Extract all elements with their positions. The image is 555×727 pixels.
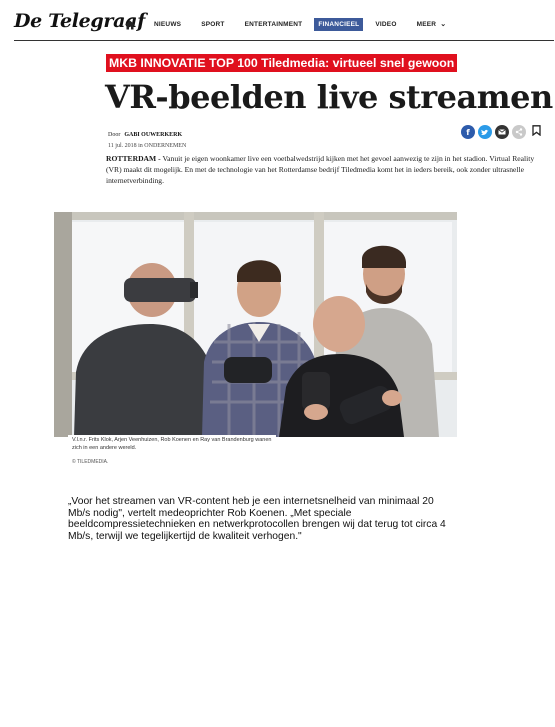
facebook-icon[interactable]: f [461,125,475,139]
photo-credit: © TILEDMEDIA. [72,459,109,465]
bookmark-icon[interactable] [532,123,541,141]
home-icon[interactable] [124,18,136,30]
main-nav: NIEUWS SPORT ENTERTAINMENT FINANCIEEL VI… [124,16,462,32]
article-photo [54,212,457,437]
mail-icon[interactable] [495,125,509,139]
article-byline: Door GABI OUWERKERK 11 jul. 2018 in ONDE… [108,123,186,149]
article-kicker: MKB INNOVATIE TOP 100 Tiledmedia: virtue… [106,54,458,72]
share-bar: f [461,123,541,141]
nav-item-nieuws[interactable]: NIEUWS [150,18,185,31]
nav-item-meer-label: MEER [416,21,437,28]
header-divider [14,40,554,41]
article-lede: ROTTERDAM - Vanuit je eigen woonkamer li… [106,153,550,186]
article-headline: VR-beelden live streamen [105,78,553,116]
nav-item-entertainment[interactable]: ENTERTAINMENT [241,18,307,31]
byline-prefix: Door [108,132,121,138]
site-header: De Telegraaf NIEUWS SPORT ENTERTAINMENT … [0,0,555,40]
nav-item-financieel[interactable]: FINANCIEEL [314,17,364,31]
nav-item-video[interactable]: VIDEO [371,18,400,31]
share-icon[interactable] [512,125,526,139]
lede-text: Vanuit je eigen woonkamer live een voetb… [106,154,535,185]
twitter-icon[interactable] [478,125,492,139]
publish-date: 11 jul. 2018 in ONDERNEMEN [108,143,187,149]
lede-dateline: ROTTERDAM - [106,154,163,163]
nav-item-sport[interactable]: SPORT [197,18,228,31]
author-name[interactable]: GABI OUWERKERK [124,132,182,138]
article-paragraph: „Voor het streamen van VR-content heb je… [68,496,446,542]
nav-item-meer[interactable]: MEER ⌄ [413,17,451,31]
chevron-down-icon: ⌄ [440,21,447,28]
